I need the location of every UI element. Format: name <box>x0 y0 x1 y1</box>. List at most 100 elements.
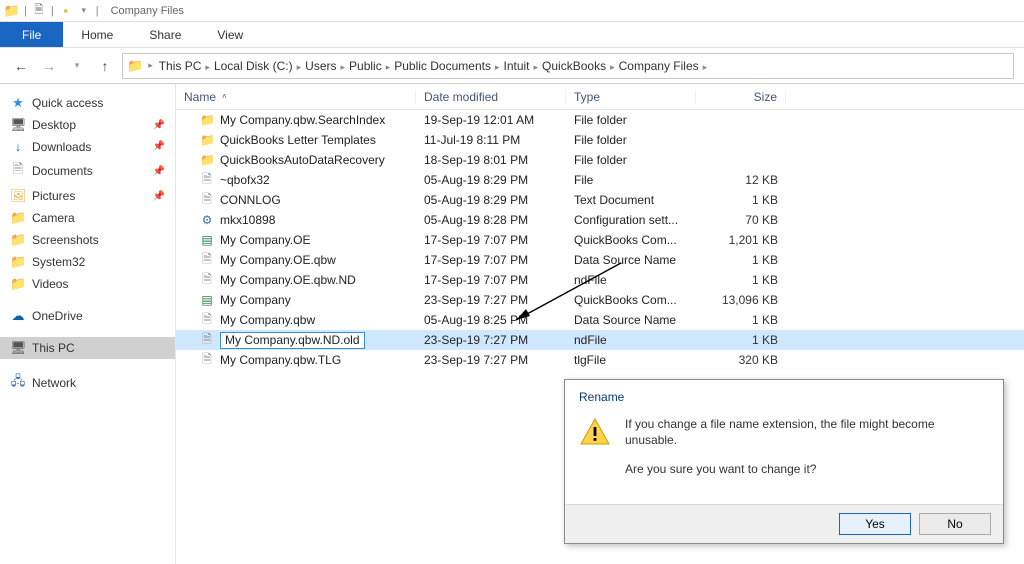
file-row[interactable]: 🗎My Company.OE.qbw17-Sep-19 7:07 PMData … <box>176 250 1024 270</box>
breadcrumb[interactable]: Users <box>302 59 339 73</box>
file-row[interactable]: 🗎My Company.qbw.ND.old23-Sep-19 7:27 PMn… <box>176 330 1024 350</box>
tab-home[interactable]: Home <box>63 22 131 47</box>
folder-icon: 📁 <box>10 232 26 248</box>
sidebar-item[interactable]: 📁Screenshots <box>0 229 175 251</box>
tab-share[interactable]: Share <box>131 22 199 47</box>
qat-dropdown-icon[interactable]: ▾ <box>76 3 92 19</box>
file-name: mkx10898 <box>220 213 275 227</box>
col-name[interactable]: Name ˄ <box>176 90 416 104</box>
doc-icon: 🗎 <box>200 270 214 291</box>
folder-icon: 📁 <box>4 3 20 19</box>
sidebar-item[interactable]: 📁System32 <box>0 251 175 273</box>
file-type: File folder <box>566 153 696 167</box>
col-size[interactable]: Size <box>696 90 786 104</box>
file-name: My Company.OE.qbw.ND <box>220 273 356 287</box>
ribbon: File Home Share View <box>0 22 1024 48</box>
address-bar[interactable]: 📁 ▸ This PC▸Local Disk (C:)▸Users▸Public… <box>122 53 1014 79</box>
column-headers: Name ˄ Date modified Type Size <box>176 84 1024 110</box>
file-type: Data Source Name <box>566 313 696 327</box>
file-date: 23-Sep-19 7:27 PM <box>416 333 566 347</box>
breadcrumb[interactable]: Public <box>346 59 385 73</box>
file-size: 1 KB <box>696 193 786 207</box>
file-row[interactable]: 🗎My Company.qbw.TLG23-Sep-19 7:27 PMtlgF… <box>176 350 1024 370</box>
yes-button[interactable]: Yes <box>839 513 911 535</box>
cfg-icon: ⚙ <box>200 213 214 227</box>
sidebar-item-label: Camera <box>32 211 75 225</box>
chevron-right-icon[interactable]: ▸ <box>494 62 501 72</box>
back-button[interactable]: ← <box>10 55 32 77</box>
file-name: QuickBooks Letter Templates <box>220 133 376 147</box>
chevron-right-icon[interactable]: ▸ <box>147 60 154 71</box>
file-list-pane: Name ˄ Date modified Type Size 📁My Compa… <box>176 84 1024 564</box>
forward-button[interactable]: → <box>38 55 60 77</box>
col-date[interactable]: Date modified <box>416 90 566 104</box>
file-name: ~qbofx32 <box>220 173 270 187</box>
breadcrumb[interactable]: Public Documents <box>391 59 494 73</box>
file-row[interactable]: 🗎CONNLOG05-Aug-19 8:29 PMText Document1 … <box>176 190 1024 210</box>
rename-input[interactable]: My Company.qbw.ND.old <box>220 332 365 349</box>
this-pc[interactable]: 🖥 This PC <box>0 337 175 359</box>
file-row[interactable]: ▤My Company.OE17-Sep-19 7:07 PMQuickBook… <box>176 230 1024 250</box>
file-row[interactable]: 🗎My Company.OE.qbw.ND17-Sep-19 7:07 PMnd… <box>176 270 1024 290</box>
cloud-icon: ☁ <box>10 308 26 324</box>
star-icon: ★ <box>10 95 26 111</box>
chevron-right-icon[interactable]: ▸ <box>609 62 616 72</box>
breadcrumb[interactable]: Local Disk (C:) <box>211 59 296 73</box>
sidebar-item[interactable]: 🖼Pictures📌 <box>0 185 175 207</box>
sidebar-item[interactable]: 🗎Documents📌 <box>0 157 175 185</box>
quick-access-label: Quick access <box>32 96 103 110</box>
file-type: tlgFile <box>566 353 696 367</box>
folder-icon: 📁 <box>10 210 26 226</box>
file-date: 23-Sep-19 7:27 PM <box>416 293 566 307</box>
qat-separator: | <box>96 5 99 17</box>
breadcrumb[interactable]: Intuit <box>501 59 533 73</box>
sidebar-item-label: Pictures <box>32 189 75 203</box>
sidebar-item[interactable]: 📁Videos <box>0 273 175 295</box>
file-type: Data Source Name <box>566 253 696 267</box>
file-row[interactable]: 🗎My Company.qbw05-Aug-19 8:25 PMData Sou… <box>176 310 1024 330</box>
network-label: Network <box>32 376 76 390</box>
file-type: ndFile <box>566 333 696 347</box>
file-name: QuickBooksAutoDataRecovery <box>220 153 385 167</box>
col-type[interactable]: Type <box>566 90 696 104</box>
sidebar-item[interactable]: 🖥Desktop📌 <box>0 114 175 136</box>
up-button[interactable]: ↑ <box>94 55 116 77</box>
file-name: My Company.OE.qbw <box>220 253 336 267</box>
file-name: My Company.qbw.SearchIndex <box>220 113 385 127</box>
folder-icon: 📁 <box>10 254 26 270</box>
file-row[interactable]: ▤My Company23-Sep-19 7:27 PMQuickBooks C… <box>176 290 1024 310</box>
no-button[interactable]: No <box>919 513 991 535</box>
folder-icon: 📁 <box>10 276 26 292</box>
onedrive[interactable]: ☁ OneDrive <box>0 305 175 327</box>
sort-asc-icon: ˄ <box>222 92 227 101</box>
qat-folder-icon[interactable]: ▪ <box>58 3 74 19</box>
breadcrumb[interactable]: QuickBooks <box>539 59 609 73</box>
title-bar: 📁 | 🗎 | ▪ ▾ | Company Files <box>0 0 1024 22</box>
file-row[interactable]: 📁My Company.qbw.SearchIndex19-Sep-19 12:… <box>176 110 1024 130</box>
sidebar-item[interactable]: 📁 Camera <box>0 207 175 229</box>
recent-dropdown-icon[interactable]: ▾ <box>66 55 88 77</box>
network[interactable]: 🖧 Network <box>0 369 175 397</box>
file-row[interactable]: ⚙mkx1089805-Aug-19 8:28 PMConfiguration … <box>176 210 1024 230</box>
file-type: File folder <box>566 113 696 127</box>
desktop-icon: 🖥 <box>10 117 26 133</box>
file-date: 17-Sep-19 7:07 PM <box>416 233 566 247</box>
qat-file-icon[interactable]: 🗎 <box>31 3 47 19</box>
breadcrumb[interactable]: This PC <box>156 59 205 73</box>
download-icon: ↓ <box>10 139 26 154</box>
chevron-right-icon[interactable]: ▸ <box>204 62 211 72</box>
doc-icon: 🗎 <box>200 250 214 271</box>
chevron-right-icon[interactable]: ▸ <box>702 62 709 72</box>
tab-view[interactable]: View <box>199 22 261 47</box>
doc-icon: 🗎 <box>200 350 214 371</box>
pin-icon: 📌 <box>153 120 165 131</box>
file-date: 17-Sep-19 7:07 PM <box>416 273 566 287</box>
file-row[interactable]: 📁QuickBooks Letter Templates11-Jul-19 8:… <box>176 130 1024 150</box>
file-name: My Company.qbw <box>220 313 315 327</box>
file-row[interactable]: 🗎~qbofx3205-Aug-19 8:29 PMFile12 KB <box>176 170 1024 190</box>
tab-file[interactable]: File <box>0 22 63 47</box>
file-row[interactable]: 📁QuickBooksAutoDataRecovery18-Sep-19 8:0… <box>176 150 1024 170</box>
breadcrumb[interactable]: Company Files <box>616 59 702 73</box>
sidebar-item[interactable]: ↓Downloads📌 <box>0 136 175 157</box>
quick-access[interactable]: ★ Quick access <box>0 92 175 114</box>
